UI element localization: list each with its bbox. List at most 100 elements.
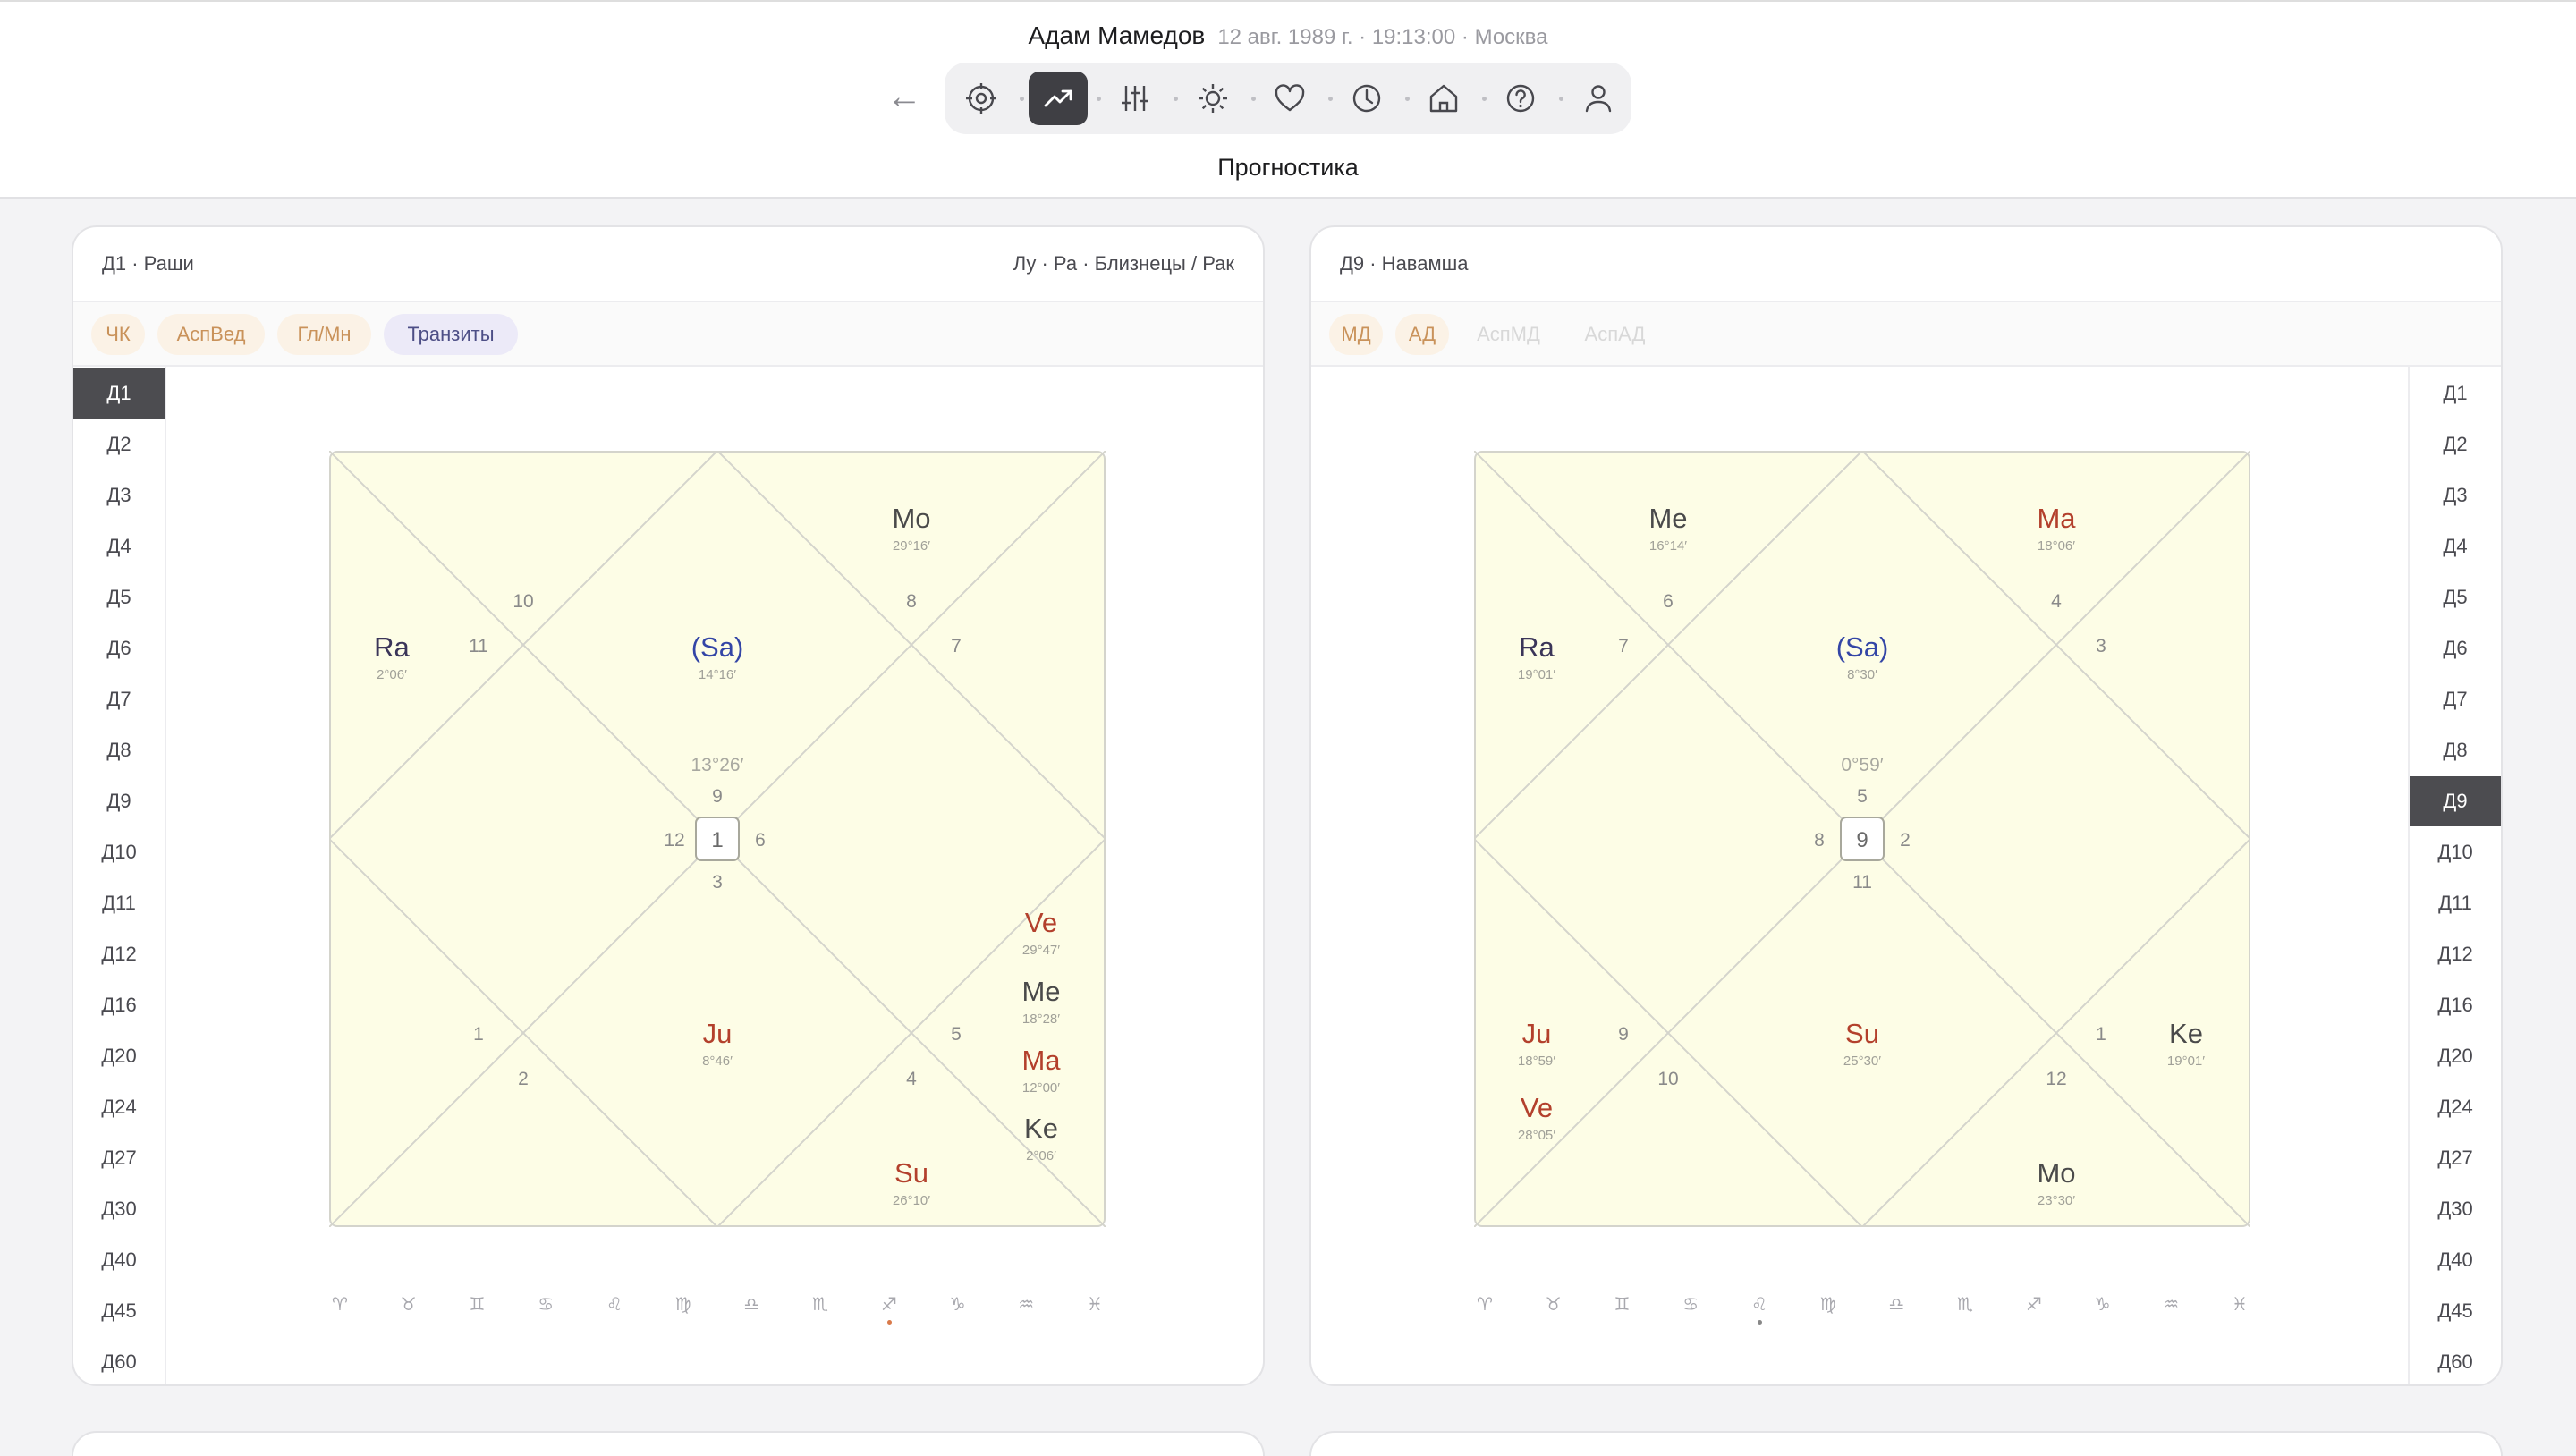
zodiac-sign-icon[interactable]: ♍	[1810, 1293, 1846, 1315]
nav-item-Д6[interactable]: Д6	[2410, 623, 2501, 673]
toolbar-separator	[1020, 97, 1024, 101]
zodiac-sign-icon[interactable]: ♓	[1077, 1293, 1113, 1315]
chip-2[interactable]: АспМД	[1462, 314, 1555, 355]
house-number: 7	[1618, 636, 1629, 656]
chip-3[interactable]: АспАД	[1568, 314, 1662, 355]
chip-2[interactable]: Гл/Мн	[277, 314, 371, 355]
toolbar-button-clock[interactable]	[1337, 72, 1396, 125]
toolbar-button-trend-up[interactable]	[1029, 72, 1089, 125]
planet-sa: (Sa)	[691, 631, 744, 663]
zodiac-sign-icon[interactable]: ♎	[733, 1293, 769, 1315]
zodiac-sign-icon[interactable]: ♌	[597, 1293, 632, 1315]
nav-item-Д60[interactable]: Д60	[2410, 1337, 2501, 1384]
nav-item-Д9[interactable]: Д9	[2410, 776, 2501, 826]
nav-item-Д3[interactable]: Д3	[73, 470, 165, 521]
chip-0[interactable]: ЧК	[91, 314, 145, 355]
nav-item-Д20[interactable]: Д20	[2410, 1031, 2501, 1081]
zodiac-sign-icon[interactable]: ♏	[1947, 1293, 1983, 1315]
toolbar-separator	[1559, 97, 1564, 101]
toolbar-button-sun[interactable]	[1183, 72, 1242, 125]
nav-item-Д40[interactable]: Д40	[2410, 1235, 2501, 1285]
toolbar-button-home[interactable]	[1414, 72, 1473, 125]
zodiac-sign-icon[interactable]: ♈	[322, 1293, 358, 1315]
zodiac-sign-icon[interactable]: ♈	[1467, 1293, 1503, 1315]
zodiac-sign-icon[interactable]: ♉	[1536, 1293, 1572, 1315]
chip-1[interactable]: АД	[1395, 314, 1449, 355]
house-number: 3	[2096, 636, 2106, 656]
zodiac-sign-icon[interactable]: ♎	[1878, 1293, 1914, 1315]
planet-ve: Ve	[1025, 907, 1057, 938]
nav-item-Д11[interactable]: Д11	[2410, 878, 2501, 928]
nav-item-Д2[interactable]: Д2	[2410, 419, 2501, 470]
nav-item-Д27[interactable]: Д27	[73, 1133, 165, 1183]
nav-item-Д11[interactable]: Д11	[73, 878, 165, 928]
zodiac-sign-icon[interactable]: ♐	[2016, 1293, 2052, 1315]
zodiac-sign-icon[interactable]: ♓	[2222, 1293, 2258, 1315]
nav-item-Д24[interactable]: Д24	[73, 1082, 165, 1132]
zodiac-sign-icon[interactable]: ♋	[1673, 1293, 1708, 1315]
nav-item-Д7[interactable]: Д7	[73, 674, 165, 724]
nav-item-Д12[interactable]: Д12	[73, 929, 165, 979]
chip-3[interactable]: Транзиты	[384, 314, 518, 355]
chip-0[interactable]: МД	[1329, 314, 1383, 355]
zodiac-sign-icon[interactable]: ♑	[940, 1293, 976, 1315]
nav-item-Д16[interactable]: Д16	[2410, 980, 2501, 1030]
zodiac-sign-icon[interactable]: ♌	[1741, 1293, 1777, 1325]
zodiac-sign-icon[interactable]: ♐	[871, 1293, 907, 1325]
toolbar-button-help[interactable]	[1491, 72, 1550, 125]
zodiac-sign-icon[interactable]: ♋	[528, 1293, 564, 1315]
planet-degree: 8°30′	[1847, 667, 1877, 682]
nav-item-Д16[interactable]: Д16	[73, 980, 165, 1030]
main-toolbar	[945, 63, 1631, 134]
planet-su: Su	[1845, 1018, 1879, 1049]
toolbar-button-heart[interactable]	[1260, 72, 1319, 125]
zodiac-sign-icon[interactable]: ♒	[1008, 1293, 1044, 1315]
nav-item-Д4[interactable]: Д4	[2410, 521, 2501, 571]
nav-item-Д45[interactable]: Д45	[2410, 1286, 2501, 1336]
zodiac-sign-icon[interactable]: ♉	[391, 1293, 427, 1315]
nav-item-Д27[interactable]: Д27	[2410, 1133, 2501, 1183]
nav-item-Д5[interactable]: Д5	[73, 572, 165, 622]
toolbar-button-target[interactable]	[952, 72, 1011, 125]
nav-item-Д8[interactable]: Д8	[2410, 725, 2501, 775]
nav-item-Д30[interactable]: Д30	[73, 1184, 165, 1234]
nav-item-Д3[interactable]: Д3	[2410, 470, 2501, 521]
nav-item-Д20[interactable]: Д20	[73, 1031, 165, 1081]
nav-item-Д5[interactable]: Д5	[2410, 572, 2501, 622]
nav-item-Д2[interactable]: Д2	[73, 419, 165, 470]
nav-item-Д60[interactable]: Д60	[73, 1337, 165, 1384]
nav-item-Д10[interactable]: Д10	[73, 827, 165, 877]
zodiac-signs-row: ♈ ♉ ♊ ♋ ♌ ♍ ♎ ♏ ♐ ♑ ♒ ♓	[329, 1293, 1106, 1347]
nav-item-Д30[interactable]: Д30	[2410, 1184, 2501, 1234]
navamsha-panel: Д9 · Навамша МД АД АспМД АспАД Д1 Д2 Д3 Д4 Д5 Д6…	[1309, 225, 2503, 1386]
nav-item-Д40[interactable]: Д40	[73, 1235, 165, 1285]
zodiac-sign-icon[interactable]: ♊	[1604, 1293, 1640, 1315]
nav-item-Д45[interactable]: Д45	[73, 1286, 165, 1336]
nav-item-Д9[interactable]: Д9	[73, 776, 165, 826]
back-button[interactable]: ←	[882, 79, 927, 118]
nav-item-Д1[interactable]: Д1	[2410, 368, 2501, 419]
nav-item-Д6[interactable]: Д6	[73, 623, 165, 673]
toolbar-button-user[interactable]	[1569, 72, 1628, 125]
nav-item-Д10[interactable]: Д10	[2410, 827, 2501, 877]
nav-item-Д8[interactable]: Д8	[73, 725, 165, 775]
zodiac-sign-icon[interactable]: ♏	[802, 1293, 838, 1315]
nav-item-Д1[interactable]: Д1	[73, 368, 165, 419]
zodiac-sign-icon[interactable]: ♑	[2085, 1293, 2121, 1315]
lagna-degree: 13°26′	[691, 755, 743, 775]
zodiac-sign-icon[interactable]: ♒	[2153, 1293, 2189, 1315]
nav-item-Д7[interactable]: Д7	[2410, 674, 2501, 724]
nav-item-Д4[interactable]: Д4	[73, 521, 165, 571]
lagna-sign-number: 1	[711, 828, 723, 852]
chip-1[interactable]: АспВед	[157, 314, 265, 355]
zodiac-sign-icon[interactable]: ♍	[665, 1293, 701, 1315]
planet-ju: Ju	[703, 1018, 733, 1049]
nav-item-Д24[interactable]: Д24	[2410, 1082, 2501, 1132]
house-number: 7	[951, 636, 962, 656]
trend-up-icon	[1044, 89, 1072, 107]
zodiac-sign-icon[interactable]: ♊	[459, 1293, 495, 1315]
nav-item-Д12[interactable]: Д12	[2410, 929, 2501, 979]
toolbar-button-sliders[interactable]	[1106, 72, 1165, 125]
house-number: 1	[473, 1024, 484, 1045]
home-icon	[1429, 84, 1458, 113]
